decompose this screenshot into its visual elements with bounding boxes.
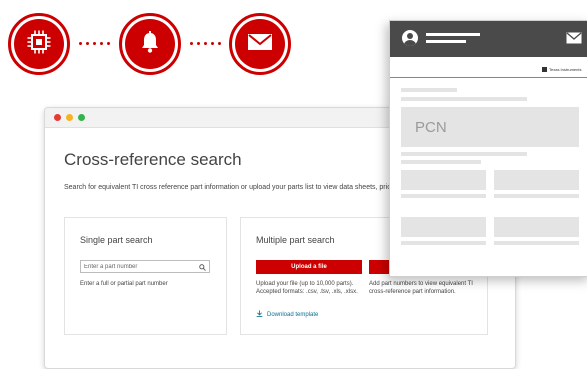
avatar-icon — [402, 30, 418, 46]
connector-dots — [79, 42, 110, 46]
placeholder-block — [401, 170, 486, 190]
placeholder-line — [401, 97, 527, 101]
envelope-icon — [247, 32, 273, 57]
bell-circle — [119, 13, 181, 75]
placeholder-line — [494, 241, 579, 245]
pcn-banner: PCN — [401, 107, 579, 147]
placeholder-line — [401, 88, 457, 92]
minimize-window-button[interactable] — [66, 114, 73, 121]
download-template-label[interactable]: Download template — [267, 312, 318, 318]
ti-brand: Texas Instruments — [549, 67, 582, 72]
email-preview: Texas Instruments PCN — [389, 20, 587, 277]
search-icon[interactable] — [199, 258, 206, 276]
placeholder-block — [401, 217, 486, 237]
placeholder-line — [401, 152, 527, 156]
envelope-icon — [566, 31, 582, 49]
maximize-window-button[interactable] — [78, 114, 85, 121]
download-template-link[interactable]: Download template — [256, 310, 318, 319]
upload-instructions: Upload your file (up to 10,000 parts). A… — [256, 281, 358, 295]
email-header — [390, 21, 587, 57]
placeholder-block — [494, 170, 579, 190]
part-search-box[interactable] — [80, 260, 210, 273]
download-icon — [256, 310, 263, 319]
bell-icon — [138, 30, 162, 59]
placeholder-block — [494, 217, 579, 237]
multiple-search-title: Multiple part search — [256, 235, 335, 245]
chip-icon — [26, 29, 52, 60]
single-part-search-card: Single part search Enter a full or parti… — [64, 217, 227, 335]
connector-dots — [190, 42, 221, 46]
placeholder-line — [494, 194, 579, 198]
page-title: Cross-reference search — [64, 150, 242, 169]
part-number-input[interactable] — [84, 263, 199, 270]
envelope-circle — [229, 13, 291, 75]
placeholder-line — [401, 160, 481, 164]
email-divider — [390, 77, 587, 78]
subject-line — [426, 40, 466, 43]
placeholder-line — [401, 194, 486, 198]
search-hint: Enter a full or partial part number — [80, 281, 168, 287]
add-parts-instructions: Add part numbers to view equivalent TI c… — [369, 281, 473, 295]
single-search-title: Single part search — [80, 235, 153, 245]
placeholder-line — [401, 241, 486, 245]
sender-line — [426, 33, 480, 36]
ti-logo: Texas Instruments — [542, 67, 581, 72]
chip-circle — [8, 13, 70, 75]
close-window-button[interactable] — [54, 114, 61, 121]
upload-file-button[interactable]: Upload a file — [256, 260, 362, 274]
ti-mark — [542, 67, 547, 72]
